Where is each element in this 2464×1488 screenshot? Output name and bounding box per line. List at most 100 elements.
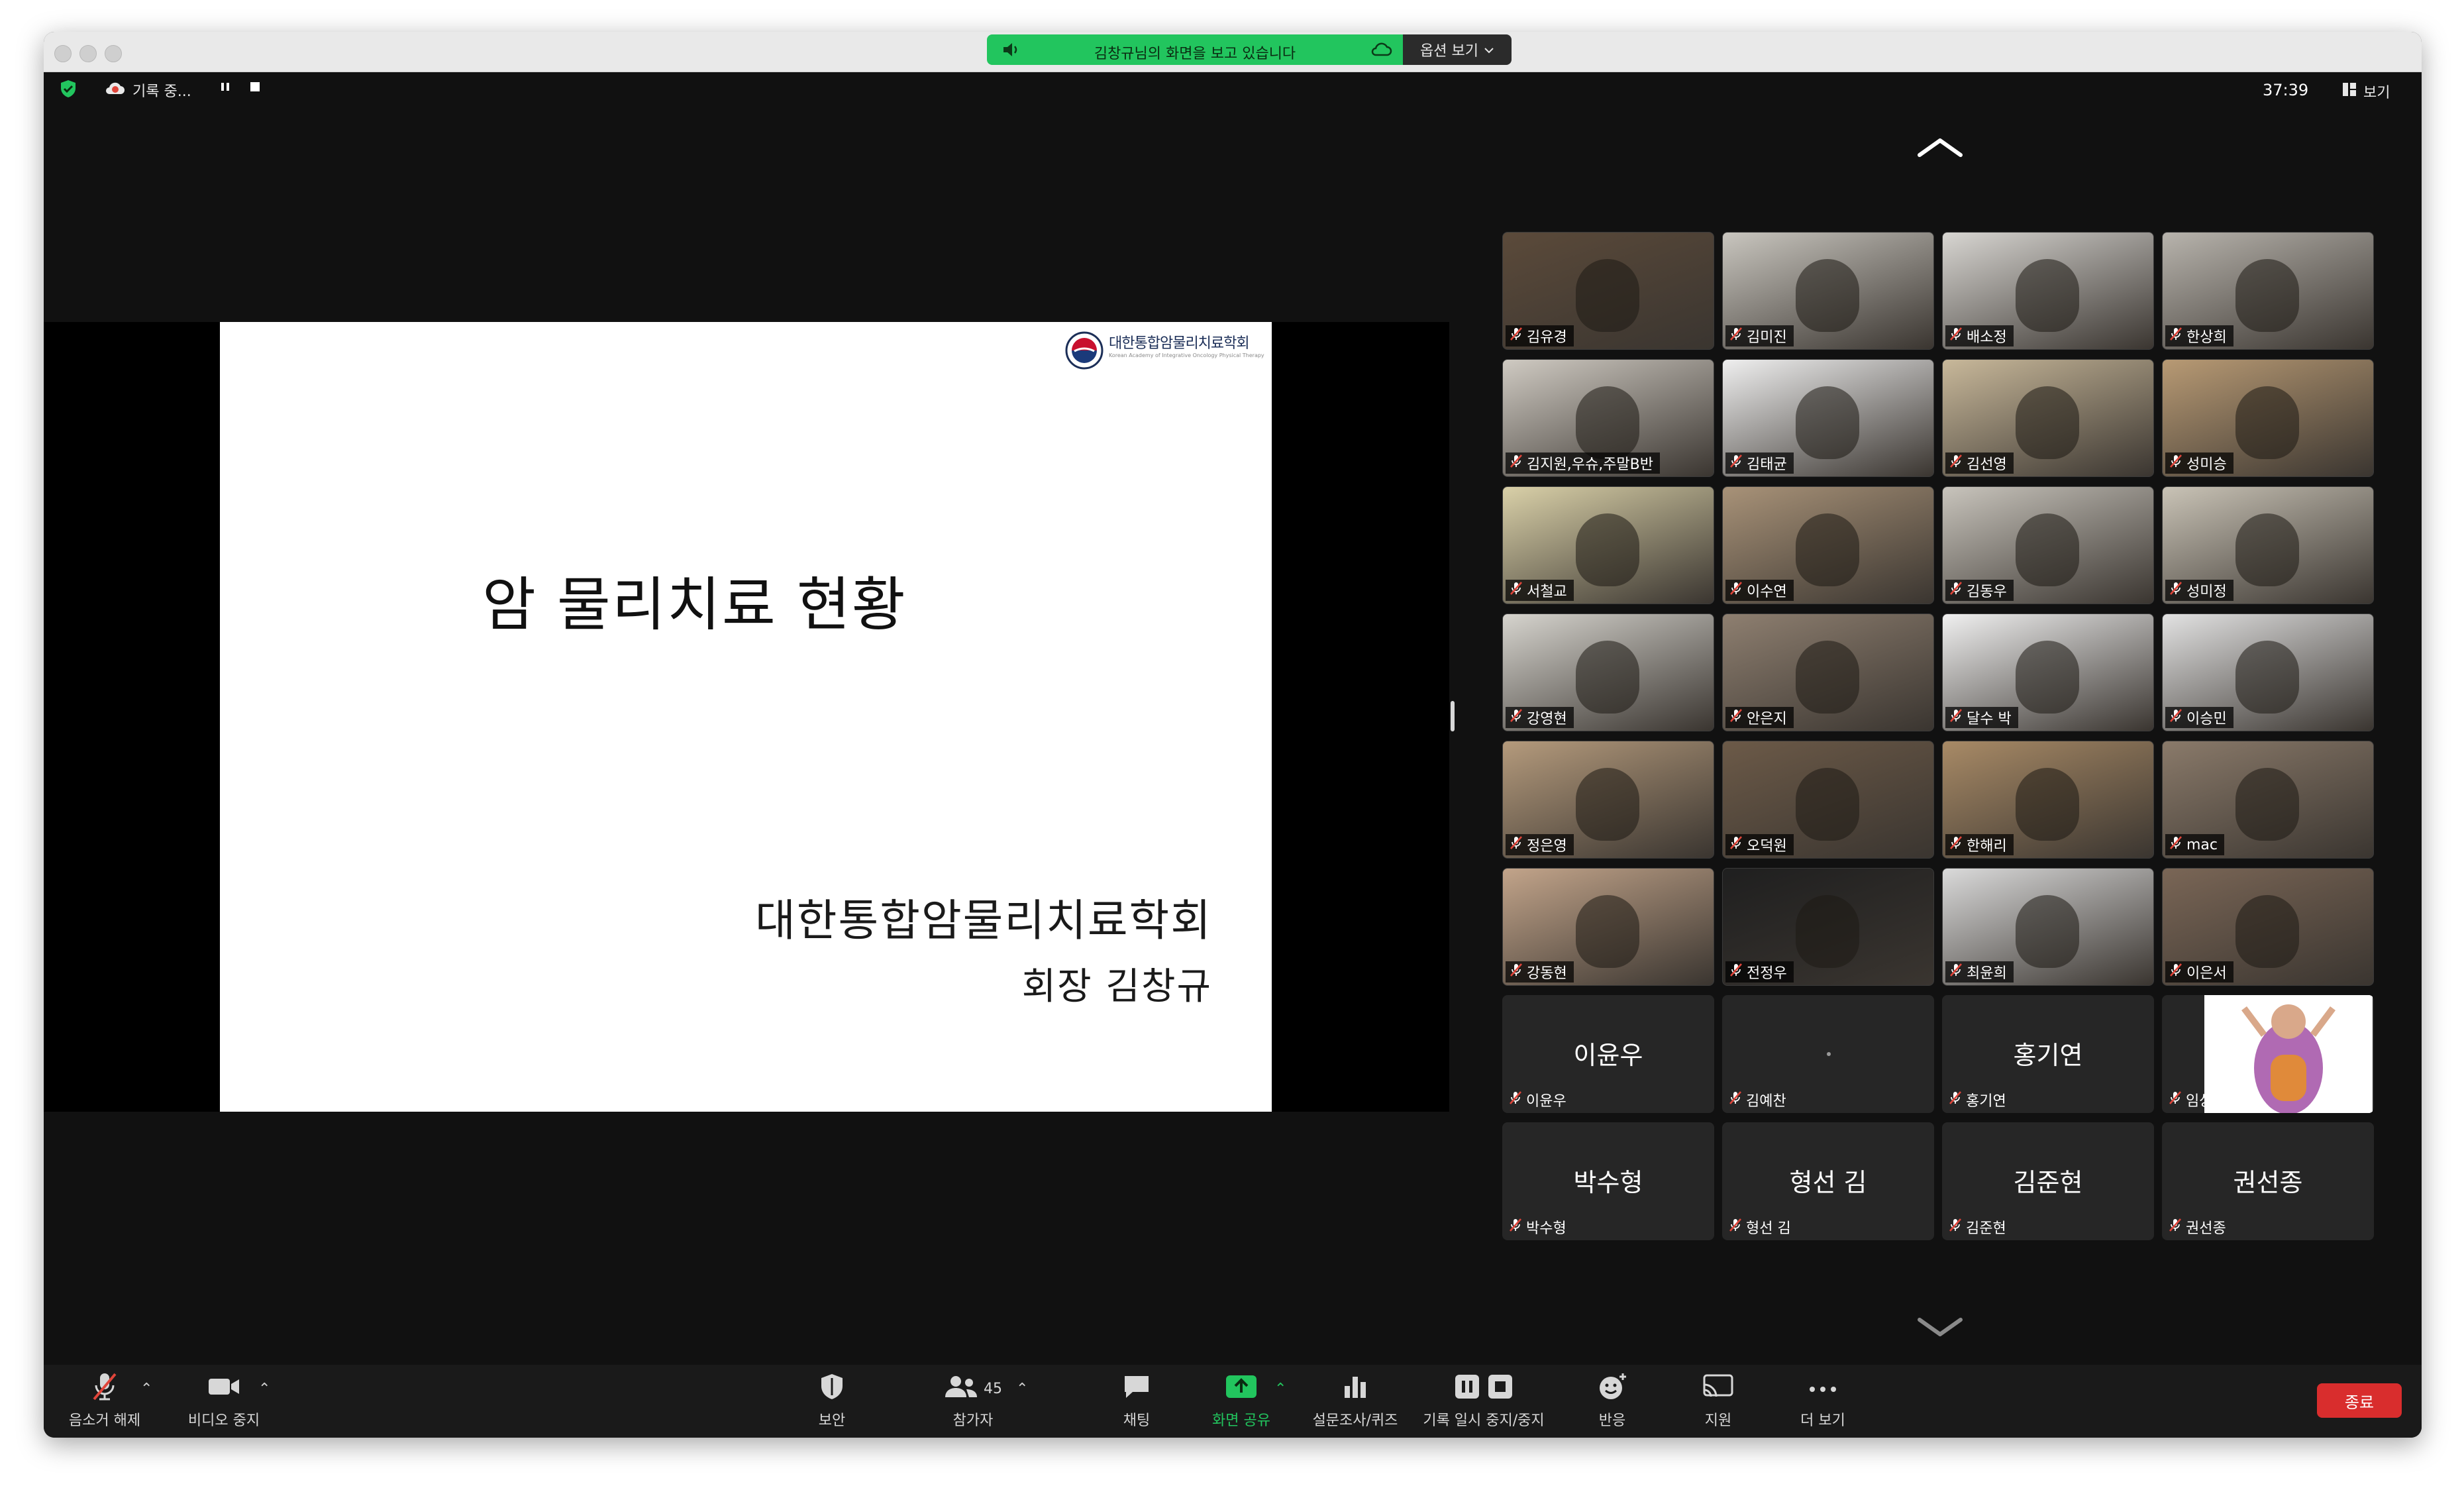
participant-tile[interactable]: 김예찬 xyxy=(1722,995,1934,1113)
reactions-button[interactable]: 반응 xyxy=(1579,1370,1645,1430)
more-dots-icon xyxy=(1808,1381,1837,1397)
participant-tile[interactable]: 이윤우 이윤우 xyxy=(1502,995,1714,1113)
view-button[interactable]: 보기 xyxy=(2342,81,2390,102)
society-emblem-icon xyxy=(1065,331,1104,372)
participants-label: 참가자 xyxy=(952,1412,994,1429)
participant-tile[interactable]: 전정우 xyxy=(1722,868,1934,986)
close-window-button[interactable] xyxy=(54,45,72,62)
participant-display-name: 권선종 xyxy=(2233,1168,2303,1197)
gallery-prev-page-chevron-up-icon[interactable] xyxy=(1916,136,1965,160)
participant-tile[interactable]: 홍기연 홍기연 xyxy=(1942,995,2154,1113)
maximize-window-button[interactable] xyxy=(105,45,122,62)
pause-recording-icon[interactable] xyxy=(220,78,232,99)
participant-tile[interactable]: 정은영 xyxy=(1502,741,1714,859)
participant-tile[interactable]: 김동우 xyxy=(1942,486,2154,604)
muted-microphone-icon xyxy=(1509,1218,1522,1236)
security-button[interactable]: 보안 xyxy=(799,1370,865,1430)
participant-tile[interactable]: 배소정 xyxy=(1942,232,2154,350)
participant-video-feed xyxy=(1576,386,1639,459)
participant-name: 이승민 xyxy=(2186,711,2227,727)
participant-name-label: 김태균 xyxy=(1725,452,1794,474)
participant-video-feed xyxy=(2016,513,2079,586)
gallery-next-page-chevron-down-icon[interactable] xyxy=(1916,1317,1965,1341)
recording-indicator[interactable]: 기록 중... xyxy=(103,80,191,101)
stop-video-button[interactable]: 비디오 중지 xyxy=(180,1370,268,1430)
participant-tile[interactable]: 김선영 xyxy=(1942,359,2154,477)
participant-name-label: 임상원 xyxy=(2165,1089,2233,1110)
participant-tile[interactable]: 김미진 xyxy=(1722,232,1934,350)
view-label: 보기 xyxy=(2363,85,2390,101)
participant-tile[interactable]: 강동현 xyxy=(1502,868,1714,986)
participant-tile[interactable]: 성미정 xyxy=(2162,486,2374,604)
shared-screen: 대한통합암물리치료학회 Korean Academy of Integrativ… xyxy=(44,322,1449,1112)
audio-options-caret-icon[interactable]: ⌃ xyxy=(140,1381,152,1397)
video-options-caret-icon[interactable]: ⌃ xyxy=(258,1381,270,1397)
participant-tile[interactable]: 김지원,우슈,주말B반 xyxy=(1502,359,1714,477)
participant-video-feed xyxy=(1796,895,1859,968)
muted-microphone-icon xyxy=(2169,1090,2182,1109)
unmute-button[interactable]: 음소거 해제 xyxy=(61,1370,148,1430)
participant-name-label: 전정우 xyxy=(1725,961,1794,983)
presentation-slide: 대한통합암물리치료학회 Korean Academy of Integrativ… xyxy=(220,322,1272,1112)
muted-microphone-icon xyxy=(1949,1090,1962,1109)
participant-tile[interactable]: 김준현 김준현 xyxy=(1942,1122,2154,1240)
participant-video-feed xyxy=(1576,513,1639,586)
muted-microphone-icon xyxy=(1949,1218,1962,1236)
participant-tile[interactable]: mac xyxy=(2162,741,2374,859)
participant-tile[interactable]: 이승민 xyxy=(2162,613,2374,731)
participant-name: 권선종 xyxy=(2186,1220,2226,1237)
muted-microphone-icon xyxy=(2169,454,2182,472)
view-options-button[interactable]: 옵션 보기 xyxy=(1403,34,1512,65)
participant-tile[interactable]: 한상희 xyxy=(2162,232,2374,350)
share-options-caret-icon[interactable]: ⌃ xyxy=(1274,1381,1286,1397)
participant-tile[interactable]: 안은지 xyxy=(1722,613,1934,731)
stop-recording-icon[interactable] xyxy=(250,82,260,91)
participant-tile[interactable]: 이은서 xyxy=(2162,868,2374,986)
end-meeting-button[interactable]: 종료 xyxy=(2317,1383,2402,1418)
polls-button[interactable]: 설문조사/퀴즈 xyxy=(1309,1370,1402,1430)
encryption-shield-icon[interactable] xyxy=(60,80,77,102)
stop-icon xyxy=(1487,1373,1514,1404)
logo-subtext: Korean Academy of Integrative Oncology P… xyxy=(1109,352,1264,358)
participant-tile[interactable]: 최윤희 xyxy=(1942,868,2154,986)
participant-count: 45 xyxy=(984,1380,1002,1397)
share-banner-text: 김창규님의 화면을 보고 있습니다 xyxy=(1094,46,1296,62)
meeting-toolbar: 음소거 해제 ⌃ 비디오 중지 ⌃ 보안 45 참가자 ⌃ 채팅 화면 공유 ⌃… xyxy=(44,1365,2422,1438)
chat-button[interactable]: 채팅 xyxy=(1104,1370,1170,1430)
participant-tile[interactable]: 달수 박 xyxy=(1942,613,2154,731)
participant-tile[interactable]: 임상원 xyxy=(2162,995,2374,1113)
pause-icon xyxy=(1454,1373,1480,1404)
cloud-icon xyxy=(1370,41,1392,61)
support-button[interactable]: 지원 xyxy=(1685,1370,1751,1430)
muted-microphone-icon xyxy=(2169,835,2182,854)
participant-display-name: 형선 김 xyxy=(1789,1168,1867,1197)
participants-options-caret-icon[interactable]: ⌃ xyxy=(1016,1381,1028,1397)
participant-video-feed xyxy=(2016,259,2079,332)
participants-button[interactable]: 45 참가자 xyxy=(925,1370,1021,1430)
participant-tile[interactable]: 오덕원 xyxy=(1722,741,1934,859)
minimize-window-button[interactable] xyxy=(79,45,97,62)
participant-tile[interactable]: 이수연 xyxy=(1722,486,1934,604)
participant-video-feed xyxy=(1576,895,1639,968)
bar-chart-icon xyxy=(1342,1374,1368,1403)
participant-name-label: 달수 박 xyxy=(1945,707,2018,728)
participant-tile[interactable]: 한해리 xyxy=(1942,741,2154,859)
participant-tile[interactable]: 서철교 xyxy=(1502,486,1714,604)
muted-microphone-icon xyxy=(2169,708,2182,727)
recording-controls-button[interactable]: 기록 일시 중지/중지 xyxy=(1417,1370,1550,1430)
participant-tile[interactable]: 김태균 xyxy=(1722,359,1934,477)
participant-name: 김미진 xyxy=(1747,329,1787,346)
participant-tile[interactable]: 권선종 권선종 xyxy=(2162,1122,2374,1240)
participant-name: 김동우 xyxy=(1967,584,2007,600)
split-view-resize-handle[interactable] xyxy=(1451,701,1455,731)
participant-tile[interactable]: 강영현 xyxy=(1502,613,1714,731)
participant-video-feed xyxy=(2235,513,2299,586)
participant-tile[interactable]: 박수형 박수형 xyxy=(1502,1122,1714,1240)
participant-tile[interactable]: 성미승 xyxy=(2162,359,2374,477)
smiley-icon xyxy=(1598,1372,1627,1405)
cloud-record-icon xyxy=(103,80,126,100)
share-screen-button[interactable]: 화면 공유 xyxy=(1202,1370,1281,1430)
participant-tile[interactable]: 김유경 xyxy=(1502,232,1714,350)
more-button[interactable]: 더 보기 xyxy=(1783,1370,1863,1430)
participant-tile[interactable]: 형선 김 형선 김 xyxy=(1722,1122,1934,1240)
